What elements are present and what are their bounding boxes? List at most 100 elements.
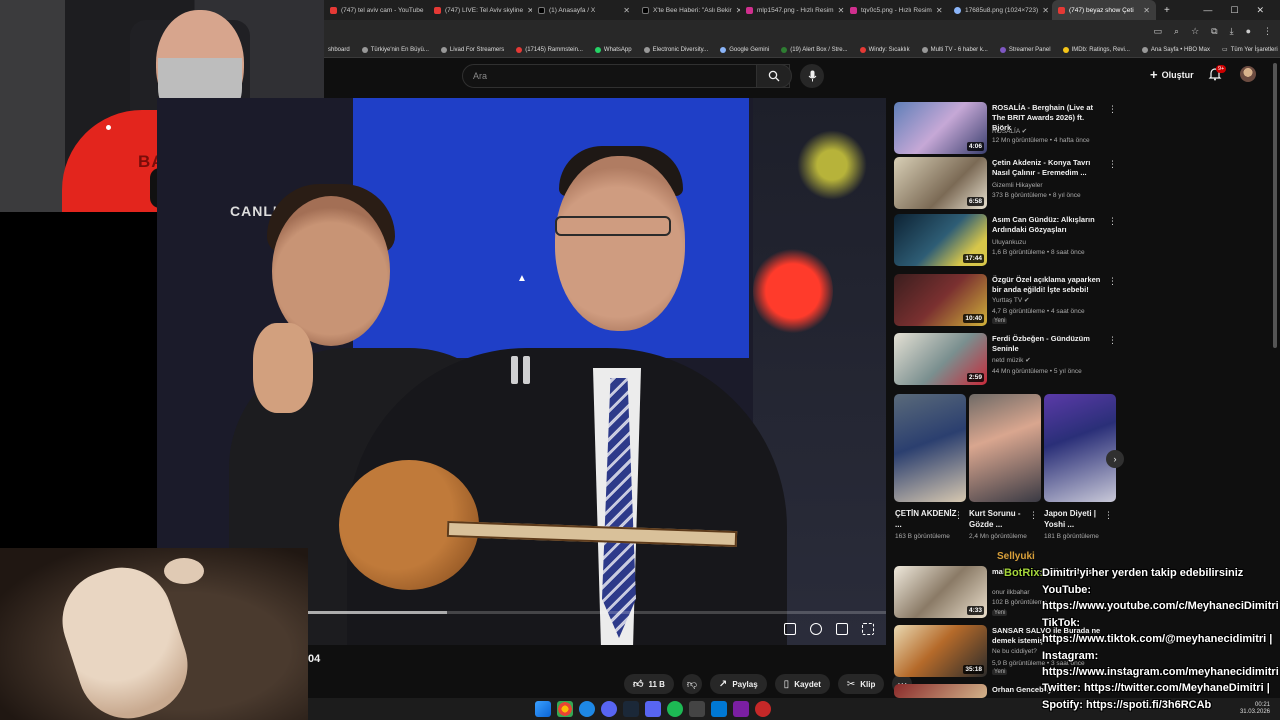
browser-tab-active[interactable]: (747) beyaz show Çeti ✕ <box>1052 0 1156 20</box>
short-thumbnail[interactable] <box>894 394 966 502</box>
dislike-button[interactable]: 👎︎ <box>681 674 702 694</box>
bookmark[interactable]: Türkiye'nin En Büyü... <box>361 46 429 53</box>
more-options-icon[interactable]: ⋮ <box>1108 335 1117 346</box>
chrome-icon[interactable] <box>557 701 573 717</box>
system-clock[interactable]: 00:21 31.03.2026 <box>1240 702 1270 716</box>
all-bookmarks[interactable]: ▭ Tüm Yer İşaretleri <box>1222 46 1280 54</box>
scrollbar[interactable] <box>1273 63 1277 348</box>
browser-tab[interactable]: (1) Anasayfa / X ✕ <box>532 0 636 20</box>
like-button[interactable]: 👍︎ 11 B <box>624 674 674 694</box>
clip-button[interactable]: ✂ Klip <box>837 674 885 694</box>
menu-icon[interactable]: ⋮ <box>1263 26 1272 37</box>
video-thumbnail: 4:06 <box>894 102 987 154</box>
overlay-line: https://www.tiktok.com/@meyhanecidimitri… <box>1042 633 1273 645</box>
progress-bar[interactable] <box>308 611 886 614</box>
overlay-line: https://www.youtube.com/c/MeyhaneciDimit… <box>1042 600 1280 612</box>
browser-tab[interactable]: 17685u8.png (1024×723) ✕ <box>948 0 1052 20</box>
more-options-icon[interactable]: ⋮ <box>954 510 963 521</box>
bookmark[interactable]: Ana Sayfa • HBO Max <box>1141 46 1210 53</box>
channel-name: onur ilkbahar <box>992 589 1030 596</box>
guest-hand <box>253 323 313 413</box>
spotify-icon[interactable] <box>667 701 683 717</box>
chevron-right-icon[interactable]: › <box>1106 450 1124 468</box>
search-input[interactable]: Ara <box>462 64 790 88</box>
close-window-icon[interactable]: ✕ <box>1256 5 1264 16</box>
create-button[interactable]: + Oluştur <box>1150 67 1194 82</box>
zoom-icon[interactable]: ⌕ <box>1174 26 1179 37</box>
app-icon[interactable] <box>601 701 617 717</box>
steam-icon[interactable] <box>623 701 639 717</box>
bookmark[interactable]: WhatsApp <box>594 46 632 53</box>
bookmark[interactable]: Windy: Sıcaklık <box>859 46 910 53</box>
video-meta: 4,7 B görüntüleme • 4 saat önce <box>992 308 1085 315</box>
list-item[interactable]: 17:44 Asım Can Gündüz: Alkışların Ardınd… <box>894 214 1129 267</box>
fullscreen-icon[interactable] <box>862 623 874 635</box>
app-icon[interactable] <box>733 701 749 717</box>
discord-icon[interactable] <box>645 701 661 717</box>
profile-icon[interactable]: ● <box>1246 26 1251 36</box>
download-icon[interactable]: ⤓ <box>1230 26 1234 37</box>
short-thumbnail[interactable] <box>969 394 1041 502</box>
bookmark[interactable]: Multi TV - 6 haber k... <box>921 46 988 53</box>
more-options-icon[interactable]: ⋮ <box>1108 159 1117 170</box>
subtitles-icon[interactable] <box>784 623 796 635</box>
list-item[interactable]: 2:59 Ferdi Özbeğen - Gündüzüm Seninle ne… <box>894 333 1129 386</box>
bookmark-star-icon[interactable]: ☆ <box>1191 26 1199 37</box>
more-options-icon[interactable]: ⋮ <box>1029 510 1038 521</box>
save-button[interactable]: ▯ Kaydet <box>774 674 830 694</box>
close-icon[interactable]: ✕ <box>936 6 943 15</box>
short-thumbnail[interactable] <box>1044 394 1116 502</box>
bookmark[interactable]: Livad For Streamers <box>440 46 504 53</box>
list-item[interactable]: 10:40 Özgür Özel açıklama yaparken bir a… <box>894 274 1129 327</box>
settings-gear-icon[interactable] <box>810 623 822 635</box>
bookmark[interactable]: Electronic Diversity... <box>643 46 708 53</box>
bookmark[interactable]: Google Gemini <box>720 46 769 53</box>
voice-search-button[interactable] <box>800 64 824 88</box>
close-icon[interactable]: ✕ <box>1042 6 1049 15</box>
bookmark[interactable]: (19) Alert Box / Stre... <box>781 46 848 53</box>
bookmark[interactable]: (17145) Rammstein... <box>516 46 583 53</box>
list-item[interactable]: 4:06 ROSALÍA - Berghain (Live at The BRI… <box>894 102 1129 155</box>
browser-tab[interactable]: mlp1547.png - Hızlı Resim ✕ <box>740 0 844 20</box>
close-icon[interactable]: ✕ <box>623 6 630 15</box>
miniplayer-icon[interactable] <box>836 623 848 635</box>
avatar[interactable] <box>1240 66 1256 82</box>
app-icon[interactable] <box>755 701 771 717</box>
bookmark[interactable]: Streamer Panel <box>999 46 1051 53</box>
video-thumbnail: 35:18 <box>894 625 987 677</box>
app-icon[interactable] <box>689 701 705 717</box>
bookmark[interactable]: IMDb: Ratings, Revi... <box>1062 46 1130 53</box>
scissors-icon: ✂ <box>846 678 856 690</box>
app-icon[interactable] <box>579 701 595 717</box>
window-controls: — ☐ ✕ <box>1203 5 1280 16</box>
cast-icon[interactable]: ▭ <box>1154 26 1163 37</box>
overlay-line: https://www.instagram.com/meyhanecidimit… <box>1042 666 1280 678</box>
browser-tab[interactable]: (747) tel aviv cam - YouTube✕ <box>324 0 428 20</box>
new-tab-button[interactable]: + <box>1156 5 1178 16</box>
more-options-icon[interactable]: ⋮ <box>1108 104 1117 115</box>
browser-tab[interactable]: (747) LIVE: Tel Aviv skyline ✕ <box>428 0 532 20</box>
search-button[interactable] <box>756 64 792 88</box>
windows-start-icon[interactable] <box>535 701 551 717</box>
share-button[interactable]: ↗ Paylaş <box>709 674 767 694</box>
video-thumbnail: 17:44 <box>894 214 987 266</box>
maximize-icon[interactable]: ☐ <box>1230 5 1238 16</box>
browser-tab[interactable]: X'te Bee Haberi: "Aslı Bekir ✕ <box>636 0 740 20</box>
mouse-cursor-icon: ▲ <box>517 273 527 284</box>
video-meta: 12 Mn görüntüleme • 4 hafta önce <box>992 137 1090 144</box>
youtube-header: Ara + Oluştur 9+ <box>324 59 1280 93</box>
more-options-icon[interactable]: ⋮ <box>1108 276 1117 287</box>
video-title: Asım Can Gündüz: Alkışların Ardındaki Gö… <box>992 215 1095 234</box>
pause-icon[interactable] <box>511 356 531 384</box>
list-item[interactable]: 6:58 Çetin Akdeniz - Konya Tavrı Nasıl Ç… <box>894 157 1129 210</box>
video-meta: 102 B görüntüleme <box>992 599 1047 606</box>
bookmark[interactable]: shboard <box>328 47 350 53</box>
extensions-icon[interactable]: ⧉ <box>1211 26 1217 37</box>
youtube-icon <box>516 46 523 53</box>
more-options-icon[interactable]: ⋮ <box>1108 216 1117 227</box>
app-icon[interactable] <box>711 701 727 717</box>
minimize-icon[interactable]: — <box>1203 5 1212 16</box>
close-icon[interactable]: ✕ <box>1143 6 1150 15</box>
browser-tab[interactable]: tqv0c5.png - Hızlı Resim ✕ <box>844 0 948 20</box>
more-options-icon[interactable]: ⋮ <box>1104 510 1113 521</box>
